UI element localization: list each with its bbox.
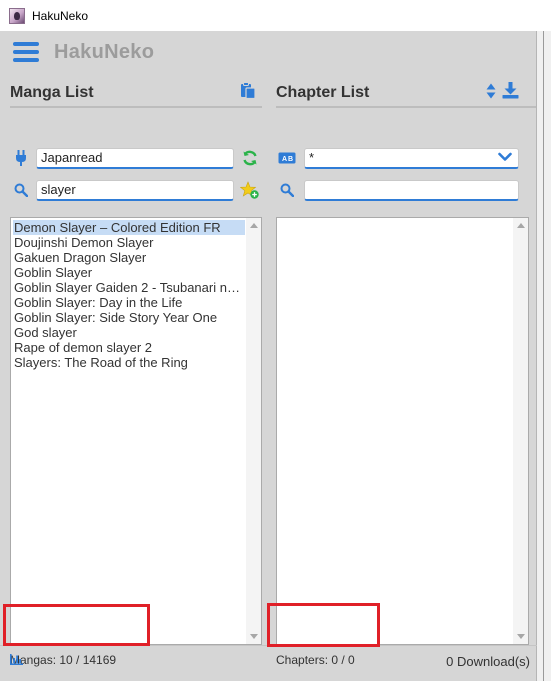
bar-chart-icon[interactable] — [10, 654, 23, 665]
scroll-up-icon[interactable] — [517, 223, 525, 228]
chapter-list-title: Chapter List — [276, 84, 370, 101]
chapter-listbox[interactable] — [276, 217, 529, 645]
manga-search-input[interactable] — [36, 179, 234, 201]
connector-value: Japanread — [41, 149, 103, 165]
svg-text:B: B — [288, 156, 293, 163]
chapter-list-panel: Chapter List A B * Chapters: 0 / 0 — [266, 73, 537, 667]
plug-icon — [10, 147, 32, 169]
download-icon[interactable] — [502, 82, 519, 99]
app-brand: HakuNeko — [54, 40, 155, 63]
chapter-search-input[interactable] — [304, 179, 519, 201]
manga-search-row — [10, 178, 260, 202]
language-row: A B * — [276, 146, 519, 170]
list-item[interactable]: Gakuen Dragon Slayer — [13, 250, 245, 265]
manga-list-header: Manga List — [10, 78, 94, 108]
list-item[interactable]: Slayers: The Road of the Ring — [13, 355, 245, 370]
manga-items: Demon Slayer – Colored Edition FR Doujins… — [13, 220, 245, 370]
language-icon: A B — [276, 147, 298, 169]
list-item[interactable]: Goblin Slayer: Side Story Year One — [13, 310, 245, 325]
list-item[interactable]: Goblin Slayer — [13, 265, 245, 280]
scroll-down-icon[interactable] — [517, 634, 525, 639]
manga-list-panel: Manga List Japanread slayer Demon Slayer… — [0, 73, 263, 667]
chapter-list-scrollbar[interactable] — [513, 218, 528, 644]
manga-list-divider — [10, 106, 262, 108]
app-header: HakuNeko — [0, 31, 537, 73]
list-item[interactable]: Doujinshi Demon Slayer — [13, 235, 245, 250]
scroll-down-icon[interactable] — [250, 634, 258, 639]
chapter-search-row — [276, 178, 519, 202]
language-value: * — [309, 149, 315, 165]
app-body: HakuNeko Manga List Japanread slayer Dem… — [0, 31, 537, 681]
chapter-list-header: Chapter List — [276, 78, 369, 108]
sort-icon[interactable] — [486, 83, 496, 99]
list-item[interactable]: God slayer — [13, 325, 245, 340]
language-select[interactable]: * — [304, 147, 519, 169]
manga-list-scrollbar[interactable] — [246, 218, 261, 644]
connector-select[interactable]: Japanread — [36, 147, 234, 169]
connector-row: Japanread — [10, 146, 258, 170]
hamburger-icon[interactable] — [13, 42, 39, 62]
list-item[interactable]: Goblin Slayer Gaiden 2 - Tsubanari no Da… — [13, 280, 245, 295]
refresh-icon[interactable] — [242, 150, 258, 166]
svg-text:A: A — [282, 156, 287, 163]
list-item[interactable]: Rape of demon slayer 2 — [13, 340, 245, 355]
downloads-status: 0 Download(s) — [446, 654, 530, 669]
list-item[interactable]: Goblin Slayer: Day in the Life — [13, 295, 245, 310]
window-titlebar: HakuNeko — [0, 0, 551, 31]
app-footer: 0 Download(s) — [0, 645, 537, 681]
app-logo-icon — [9, 7, 25, 24]
star-bookmark-icon[interactable] — [240, 180, 260, 200]
search-icon — [10, 179, 32, 201]
outer-scrollbar[interactable] — [537, 31, 551, 681]
chevron-down-icon[interactable] — [498, 152, 512, 162]
scroll-up-icon[interactable] — [250, 223, 258, 228]
clipboard-icon[interactable] — [240, 82, 256, 99]
list-item[interactable]: Demon Slayer – Colored Edition FR — [13, 220, 245, 235]
manga-list-title: Manga List — [10, 84, 94, 101]
window-title: HakuNeko — [32, 8, 89, 23]
search-icon — [276, 179, 298, 201]
manga-listbox[interactable]: Demon Slayer – Colored Edition FR Doujins… — [10, 217, 262, 645]
chapter-list-divider — [276, 106, 536, 108]
manga-list-actions — [240, 82, 256, 99]
chapter-list-actions — [486, 82, 519, 99]
